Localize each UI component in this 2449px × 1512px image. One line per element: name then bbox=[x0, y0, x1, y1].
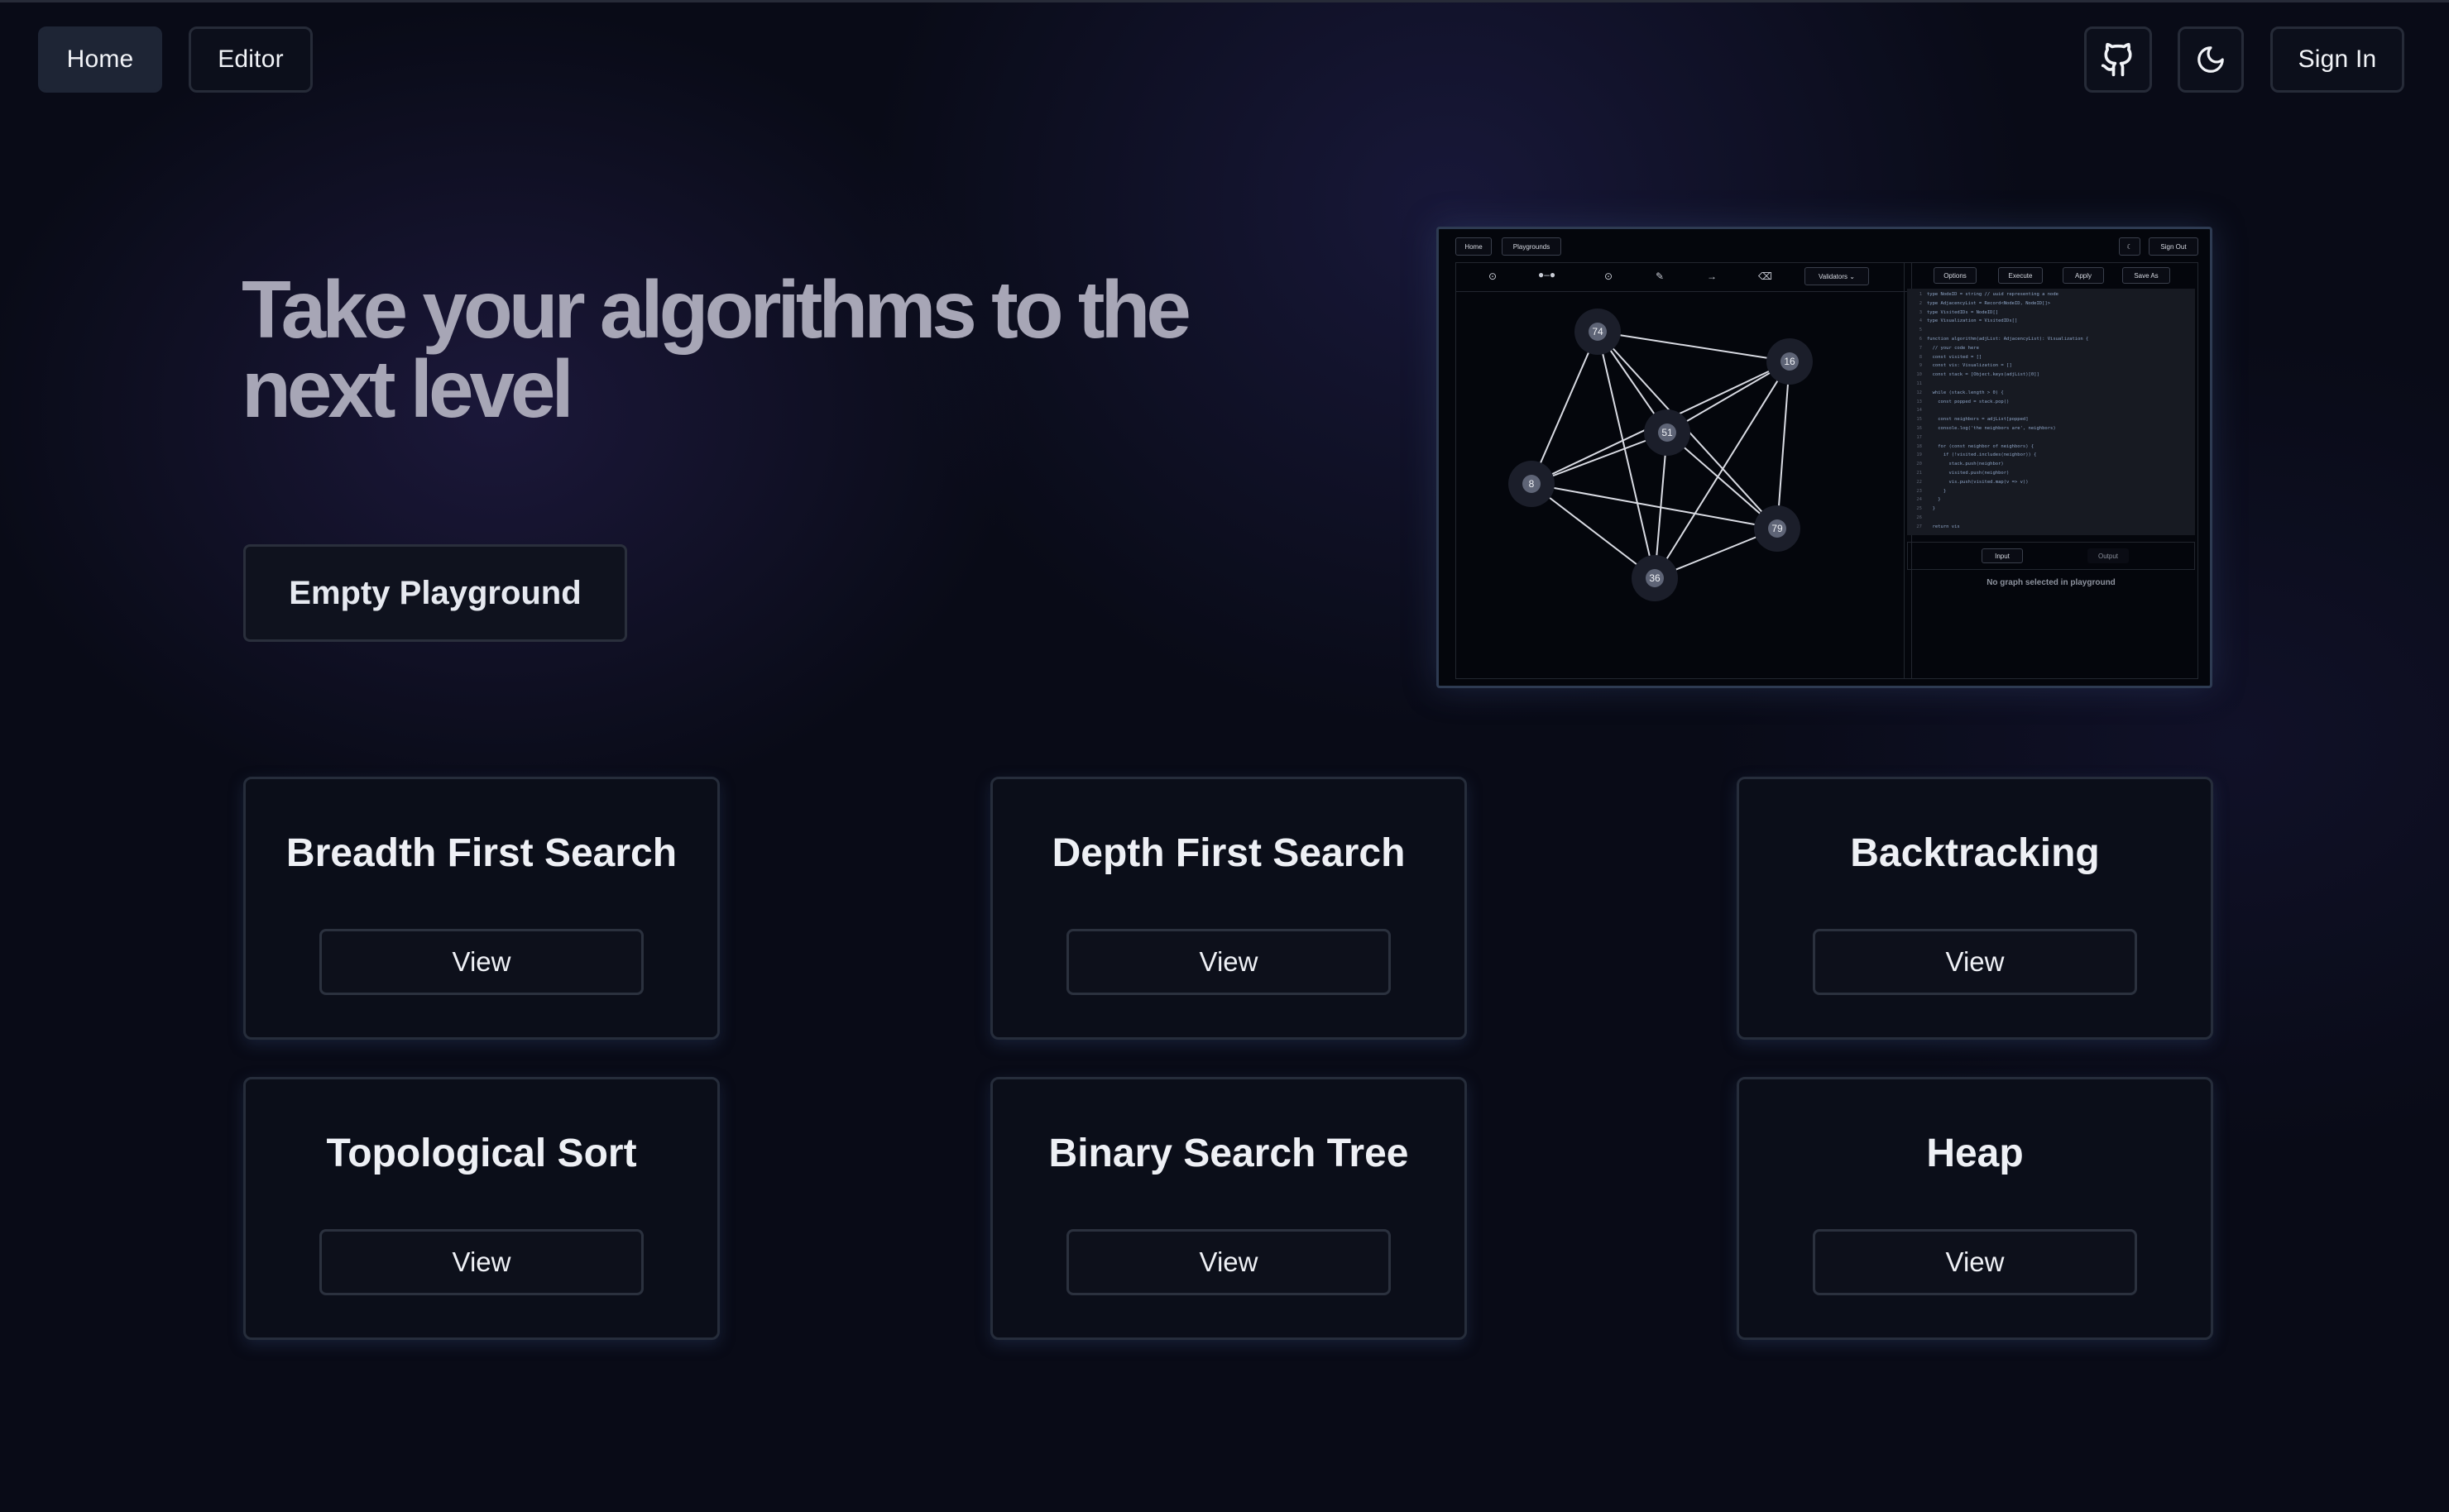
graph-node-label: 79 bbox=[1771, 523, 1783, 534]
code-line: 20 stack.push(neighbor) bbox=[1916, 462, 2004, 467]
hero-title-line1: Take your algorithms to the bbox=[242, 264, 1191, 355]
preview-apply-tab: Apply bbox=[2063, 267, 2104, 284]
graph-node-label: 74 bbox=[1592, 326, 1603, 337]
view-button[interactable]: View bbox=[1813, 929, 2137, 995]
nav-home-button[interactable]: Home bbox=[38, 26, 162, 93]
code-line: 24 } bbox=[1916, 497, 1941, 503]
code-line: 25 } bbox=[1916, 506, 1935, 512]
github-icon bbox=[2100, 41, 2136, 78]
card-binary-search-tree: Binary Search Tree View bbox=[990, 1077, 1467, 1340]
card-title: Heap bbox=[1926, 1132, 2024, 1175]
preview-output-tab: Output bbox=[2087, 548, 2129, 563]
preview-options-tab: Options bbox=[1934, 267, 1977, 284]
view-button[interactable]: View bbox=[1813, 1229, 2137, 1295]
code-line: 2 type AdjacencyList = Record<NodeID, Nod… bbox=[1919, 300, 2051, 306]
code-line: 3 type VisitedIDs = NodeID[] bbox=[1919, 309, 1999, 315]
github-button[interactable] bbox=[2084, 26, 2152, 93]
view-button[interactable]: View bbox=[319, 1229, 644, 1295]
preview-execute-tab: Execute bbox=[1998, 267, 2043, 284]
preview-saveas-tab: Save As bbox=[2122, 267, 2170, 284]
sign-in-button[interactable]: Sign In bbox=[2270, 26, 2404, 93]
card-depth-first-search: Depth First Search View bbox=[990, 777, 1467, 1040]
card-topological-sort: Topological Sort View bbox=[243, 1077, 720, 1340]
code-line: 9 const vis: Visualization = [] bbox=[1919, 363, 2012, 369]
code-line: 18 for (const neighbor of neighbors) { bbox=[1916, 443, 2034, 449]
empty-playground-button[interactable]: Empty Playground bbox=[243, 544, 627, 642]
preview-empty-message: No graph selected in playground bbox=[1987, 578, 2116, 587]
graph-node-label: 51 bbox=[1661, 427, 1673, 438]
code-line: 17 bbox=[1916, 434, 1922, 440]
code-line: 27 return vis bbox=[1916, 524, 1960, 529]
preview-io-tabs bbox=[1907, 542, 2195, 570]
graph-node-label: 36 bbox=[1649, 572, 1661, 584]
code-line: 7 // your code here bbox=[1919, 345, 1979, 351]
top-border bbox=[0, 0, 2449, 2]
code-line: 14 bbox=[1916, 408, 1922, 414]
preview-input-tab: Input bbox=[1982, 548, 2023, 563]
code-line: 23 } bbox=[1916, 488, 1947, 494]
code-line: 26 bbox=[1916, 514, 1922, 520]
card-title: Topological Sort bbox=[326, 1132, 637, 1175]
view-button[interactable]: View bbox=[1066, 929, 1391, 995]
view-button[interactable]: View bbox=[1066, 1229, 1391, 1295]
graph-node-label: 8 bbox=[1529, 478, 1535, 490]
code-line: 1 type NodeID = string // uuid representi… bbox=[1919, 292, 2058, 297]
card-title: Binary Search Tree bbox=[1048, 1132, 1409, 1175]
code-line: 10 const stack = [Object.keys(adjList)[0… bbox=[1916, 372, 2039, 378]
moon-icon bbox=[2195, 44, 2226, 75]
code-line: 4 type Visualization = VisitedIDs[] bbox=[1919, 318, 2018, 324]
code-line: 12 while (stack.length > 0) { bbox=[1916, 390, 2004, 395]
code-line: 5 bbox=[1919, 328, 1922, 333]
graph-node-label: 16 bbox=[1784, 356, 1795, 367]
nav-editor-button[interactable]: Editor bbox=[189, 26, 313, 93]
code-line: 15 const neighbors = adjList[popped] bbox=[1916, 417, 2029, 423]
app-preview-image: Home Playgrounds ☾ Sign Out ⊙ ●–● ⊙ ✎ → … bbox=[1436, 227, 2212, 688]
card-title: Breadth First Search bbox=[285, 831, 678, 875]
card-title: Depth First Search bbox=[1052, 831, 1406, 875]
code-line: 16 console.log('the neighbors are', neig… bbox=[1916, 425, 2056, 431]
preview-code-editor: 1 type NodeID = string // uuid representi… bbox=[1907, 289, 2195, 535]
card-breadth-first-search: Breadth First Search View bbox=[243, 777, 720, 1040]
hero-title: Take your algorithms to the next level bbox=[242, 269, 1234, 429]
hero-title-line2: next level bbox=[242, 343, 574, 434]
code-line: 19 if (!visited.includes(neighbor)) { bbox=[1916, 452, 2037, 458]
code-line: 21 visited.push(neighbor) bbox=[1916, 470, 2010, 476]
card-backtracking: Backtracking View bbox=[1737, 777, 2213, 1040]
code-line: 22 vis.push(visited.map(v => v)) bbox=[1916, 479, 2029, 485]
code-line: 11 bbox=[1916, 380, 1922, 386]
code-line: 8 const visited = [] bbox=[1919, 354, 1982, 360]
code-line: 13 const popped = stack.pop() bbox=[1916, 399, 2010, 404]
card-title: Backtracking bbox=[1850, 831, 2100, 875]
card-heap: Heap View bbox=[1737, 1077, 2213, 1340]
theme-toggle-button[interactable] bbox=[2178, 26, 2244, 93]
view-button[interactable]: View bbox=[319, 929, 644, 995]
code-line: 6 function algorithm(adjList: AdjacencyLi… bbox=[1919, 336, 2089, 342]
